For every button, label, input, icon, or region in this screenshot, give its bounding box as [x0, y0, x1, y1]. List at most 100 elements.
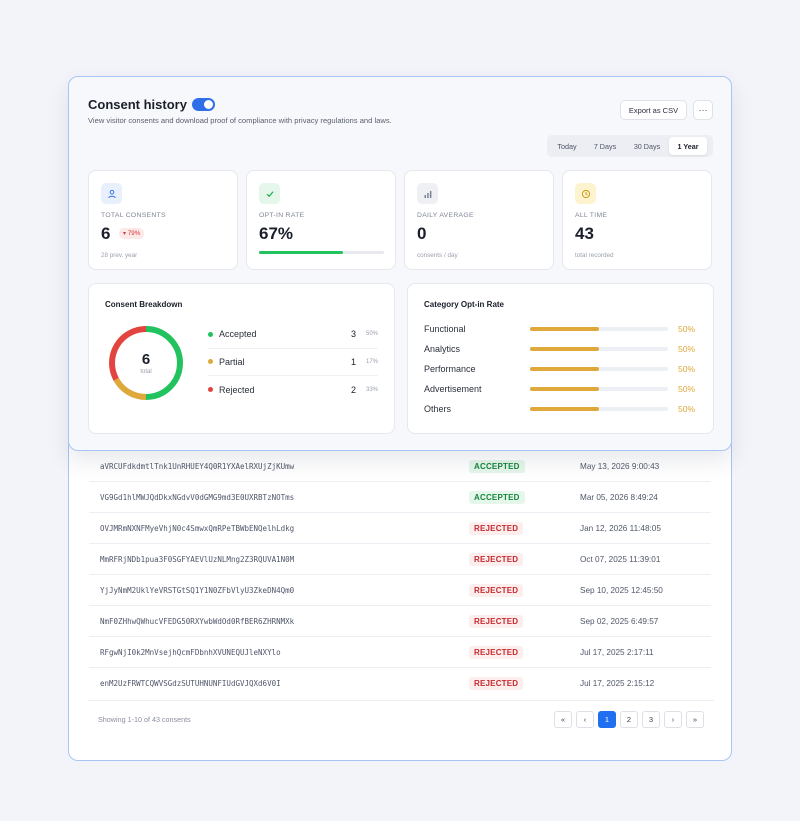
consent-id: MmRFRjNDb1pua3F0SGFYAEVlUzNLMng2Z3RQUVA1…: [100, 554, 295, 564]
legend-percent: 17%: [365, 358, 378, 365]
stat-value: 0: [417, 224, 427, 243]
range-1-year[interactable]: 1 Year: [669, 137, 707, 155]
consent-overview-card: Consent history View visitor consents an…: [68, 76, 732, 451]
optin-progress-fill: [259, 251, 343, 254]
prev-page-button[interactable]: ‹: [576, 711, 594, 728]
stat-optin-rate: OPT-IN RATE 67%: [246, 170, 396, 270]
legend-item-rejected: Rejected 2 33%: [208, 376, 378, 404]
category-bar: [530, 347, 668, 351]
legend-percent: 50%: [365, 331, 378, 338]
legend-label: Accepted: [219, 329, 257, 340]
stat-sub: consents / day: [417, 252, 458, 259]
category-label: Functional: [424, 324, 466, 334]
stat-daily-average: DAILY AVERAGE 0 consents / day: [404, 170, 554, 270]
consents-table-card: aVRCUFdkdmtlTnk1UnRHUEY4Q0R1YXAelRXUjZjK…: [68, 420, 732, 761]
table-row[interactable]: VG9Gd1hlMWJQdDkxNGdvV0dGMG9md3E0UXRBTzNO…: [89, 482, 711, 513]
consent-date: Jul 17, 2025 2:15:12: [580, 679, 655, 688]
panel-title: Consent Breakdown: [105, 300, 183, 309]
category-optin-panel: Category Opt-in Rate Functional 50% Anal…: [407, 283, 714, 434]
donut-total-label: total: [140, 369, 152, 375]
status-badge: REJECTED: [469, 583, 524, 597]
stat-total-consents: TOTAL CONSENTS 6 ▾ 79% 28 prev. year: [88, 170, 238, 270]
consent-id: enM2UzFRWTCQWVSGdzSUTUHNUNFIUdGVJQXd6V0I: [100, 679, 281, 688]
legend-count: 2: [350, 384, 356, 395]
panel-title: Category Opt-in Rate: [424, 300, 505, 309]
rejected-dot-icon: [208, 387, 213, 393]
table-footer: Showing 1-10 of 43 consents « ‹ 1 2 3 › …: [88, 700, 714, 738]
first-page-button[interactable]: «: [554, 711, 572, 728]
check-icon: [259, 183, 280, 204]
date-range-selector: Today 7 Days 30 Days 1 Year: [547, 135, 713, 157]
consent-id: VG9Gd1hlMWJQdDkxNGdvV0dGMG9md3E0UXRBTzNO…: [100, 492, 295, 502]
breakdown-legend: Accepted 3 50% Partial 1 17% Rejected 2 …: [208, 321, 378, 404]
page-button-2[interactable]: 2: [620, 711, 638, 728]
next-page-button[interactable]: ›: [664, 711, 682, 728]
range-30-days[interactable]: 30 Days: [625, 137, 669, 155]
category-bar-fill: [530, 327, 599, 331]
stat-value: 43: [575, 224, 594, 243]
more-options-button[interactable]: ···: [693, 100, 713, 120]
consent-date: Sep 10, 2025 12:45:50: [580, 585, 663, 595]
stat-label: OPT-IN RATE: [259, 212, 305, 219]
table-row[interactable]: enM2UzFRWTCQWVSGdzSUTUHNUNFIUdGVJQXd6V0I…: [89, 668, 711, 699]
status-badge: REJECTED: [469, 552, 524, 566]
page-button-3[interactable]: 3: [642, 711, 660, 728]
bar-chart-icon: [417, 183, 438, 204]
table-row[interactable]: aVRCUFdkdmtlTnk1UnRHUEY4Q0R1YXAelRXUjZjK…: [89, 451, 711, 482]
category-row-others: Others 50%: [424, 402, 702, 416]
range-7-days[interactable]: 7 Days: [585, 137, 625, 155]
consent-date: May 13, 2026 9:00:43: [580, 461, 660, 471]
stat-value: 6: [101, 224, 111, 243]
category-percent: 50%: [678, 364, 696, 374]
stat-label: TOTAL CONSENTS: [101, 212, 166, 219]
category-label: Others: [424, 404, 452, 414]
consent-date: Oct 07, 2025 11:39:01: [580, 554, 661, 564]
category-bar-fill: [530, 367, 599, 371]
table-row[interactable]: NmF0ZHhwQWhucVFEDG50RXYwbWdOd0RfBER6ZHRN…: [89, 606, 711, 637]
consent-breakdown-panel: Consent Breakdown 6 total Accepted 3 50%…: [88, 283, 395, 434]
table-row[interactable]: MmRFRjNDb1pua3F0SGFYAEVlUzNLMng2Z3RQUVA1…: [89, 544, 711, 575]
legend-count: 3: [350, 329, 356, 340]
category-bar-fill: [530, 407, 599, 411]
export-csv-button[interactable]: Export as CSV: [620, 100, 687, 120]
consent-id: NmF0ZHhwQWhucVFEDG50RXYwbWdOd0RfBER6ZHRN…: [100, 616, 295, 626]
category-bar: [530, 367, 668, 371]
accepted-dot-icon: [208, 331, 213, 337]
table-row[interactable]: YjJyNmM2UklYeVRSTGtSQ1Y1N0ZFbVlyU3ZkeDN4…: [89, 575, 711, 606]
last-page-button[interactable]: »: [686, 711, 704, 728]
table-row[interactable]: OVJMRmNXNFMyeVhjN0c4SmwxQmRPeTBWbENQelhL…: [89, 513, 711, 544]
pagination: « ‹ 1 2 3 › »: [554, 711, 704, 728]
table-row[interactable]: RFgwNjI0k2MnVsejhQcmFDbnhXVUNEQUJleNXYlo…: [89, 637, 711, 668]
donut-center: 6 total: [107, 324, 185, 402]
consent-date: Jan 12, 2026 11:48:05: [580, 523, 661, 533]
range-today[interactable]: Today: [549, 137, 585, 155]
delta-badge: ▾ 79%: [119, 228, 145, 239]
category-bar: [530, 327, 668, 331]
user-icon: [101, 183, 122, 204]
page-button-1[interactable]: 1: [598, 711, 616, 728]
status-badge: REJECTED: [469, 521, 524, 535]
consents-table: aVRCUFdkdmtlTnk1UnRHUEY4Q0R1YXAelRXUjZjK…: [89, 451, 711, 699]
showing-count: Showing 1-10 of 43 consents: [98, 715, 191, 724]
consent-id: YjJyNmM2UklYeVRSTGtSQ1Y1N0ZFbVlyU3ZkeDN4…: [100, 585, 295, 595]
stat-label: DAILY AVERAGE: [417, 212, 474, 219]
consent-id: RFgwNjI0k2MnVsejhQcmFDbnhXVUNEQUJleNXYlo: [100, 647, 281, 657]
consent-toggle[interactable]: [192, 98, 215, 111]
clock-icon: [575, 183, 596, 204]
category-label: Performance: [424, 364, 476, 374]
legend-count: 1: [350, 356, 356, 367]
category-bar: [530, 407, 668, 411]
status-badge: REJECTED: [469, 614, 524, 628]
stat-sub: total recorded: [575, 252, 614, 259]
category-percent: 50%: [678, 324, 696, 334]
status-badge: ACCEPTED: [469, 490, 525, 504]
category-row-performance: Performance 50%: [424, 362, 702, 376]
legend-item-partial: Partial 1 17%: [208, 349, 378, 376]
optin-progress-bar: [259, 251, 384, 254]
category-bar-fill: [530, 387, 599, 391]
category-percent: 50%: [678, 344, 696, 354]
category-row-advertisement: Advertisement 50%: [424, 382, 702, 396]
status-badge: REJECTED: [469, 645, 524, 659]
stat-all-time: ALL TIME 43 total recorded: [562, 170, 712, 270]
category-label: Analytics: [424, 344, 461, 354]
